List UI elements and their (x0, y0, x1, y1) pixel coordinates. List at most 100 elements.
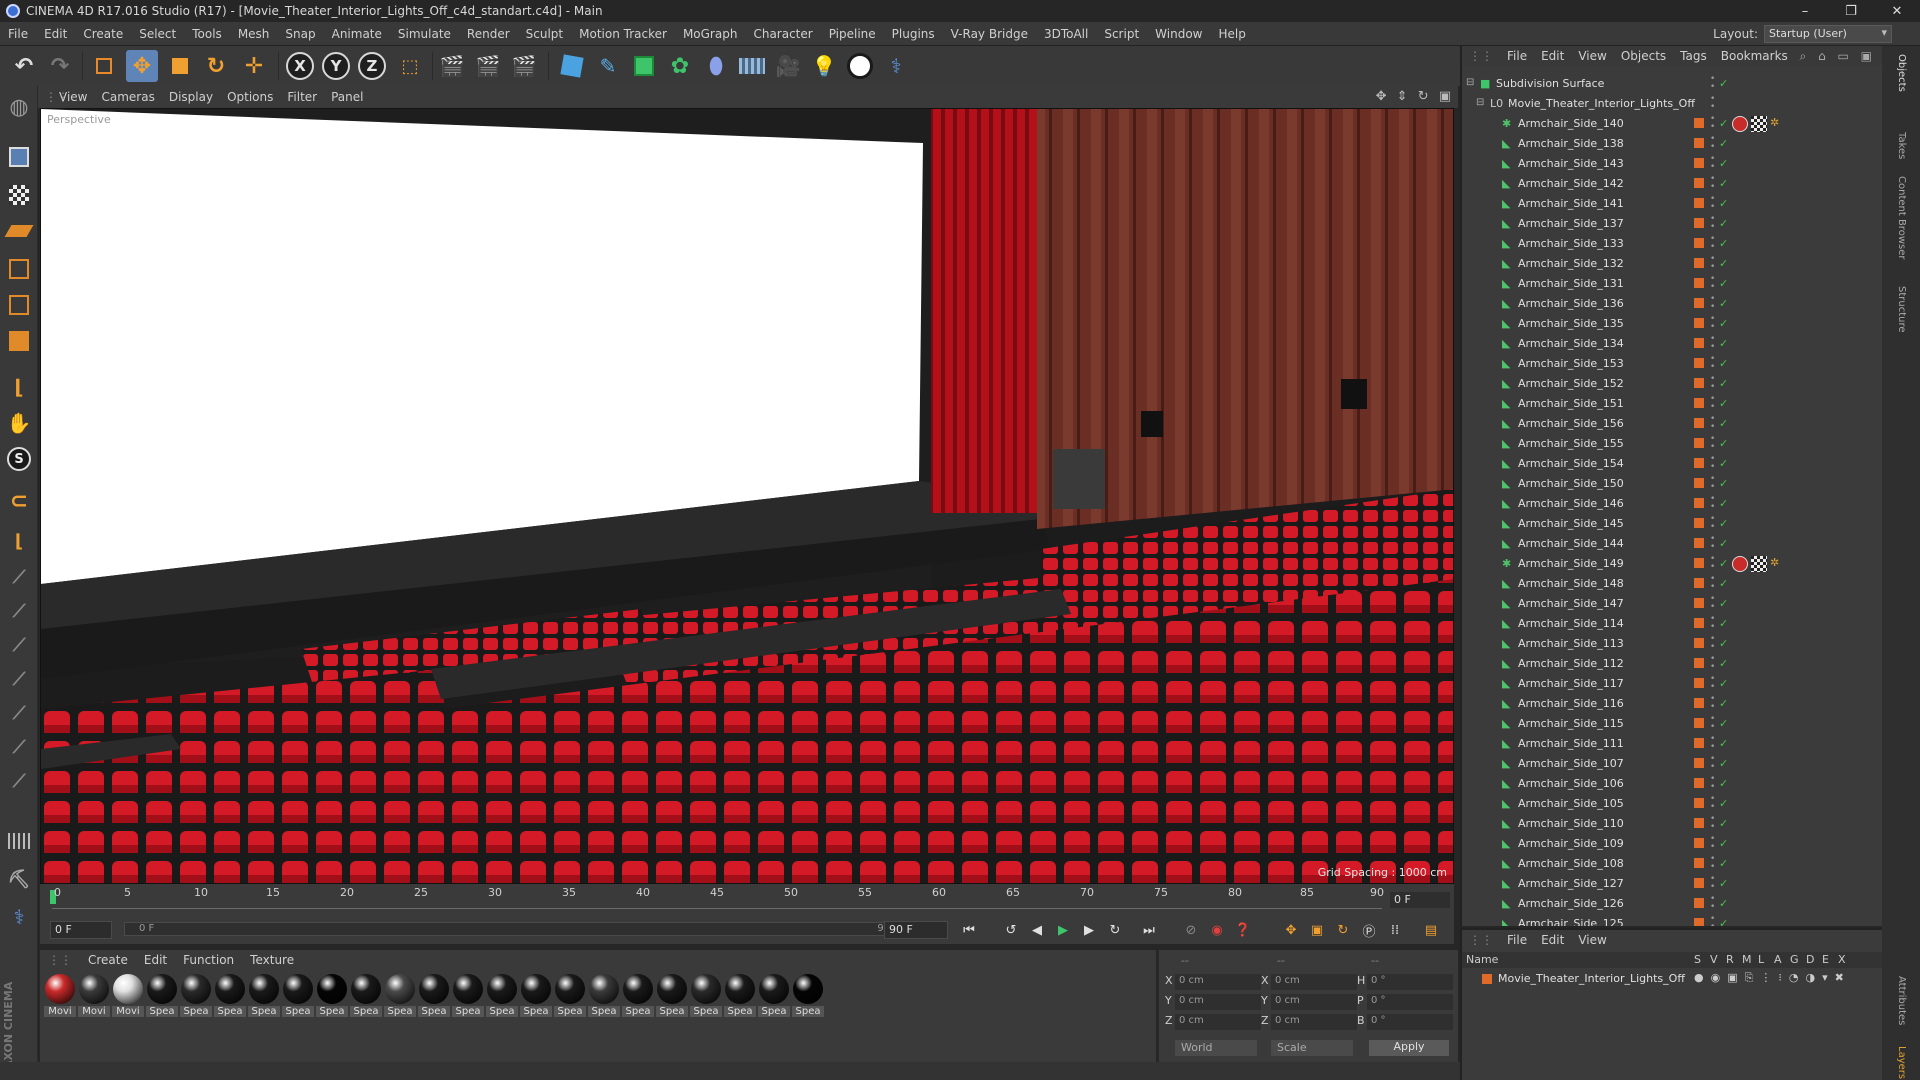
enabled-check[interactable]: ✓ (1719, 377, 1728, 390)
enabled-check[interactable]: ✓ (1719, 737, 1728, 750)
layer-color-swatch[interactable] (1694, 518, 1704, 528)
object-row[interactable]: ◣ Armchair_Side_151 • • ✓ (1462, 394, 1884, 414)
material-swatch[interactable]: Spea (418, 974, 450, 1017)
render-settings-icon[interactable]: 🎬 (508, 50, 540, 82)
visibility-dots[interactable]: •• (1710, 475, 1715, 492)
material-tag-icon[interactable] (1732, 556, 1748, 572)
visibility-dots[interactable]: •• (1710, 375, 1715, 392)
object-row[interactable]: ✱ Armchair_Side_140 • • ✓ ✲ (1462, 114, 1884, 134)
layer-color-swatch[interactable] (1694, 898, 1704, 908)
material-swatch[interactable]: Spea (282, 974, 314, 1017)
visibility-dots[interactable]: •• (1710, 795, 1715, 812)
object-row[interactable]: ◣ Armchair_Side_127 • • ✓ (1462, 874, 1884, 894)
visibility-dots[interactable]: •• (1710, 735, 1715, 752)
layer-color-swatch[interactable] (1694, 318, 1704, 328)
enabled-check[interactable]: ✓ (1719, 317, 1728, 330)
material-tag-icon[interactable] (1732, 116, 1748, 132)
enabled-check[interactable]: ✓ (1719, 137, 1728, 150)
enabled-check[interactable]: ✓ (1719, 177, 1728, 190)
subdivision-surface-icon[interactable] (628, 50, 660, 82)
object-menu-tags[interactable]: Tags (1673, 49, 1714, 63)
menu-help[interactable]: Help (1210, 27, 1253, 41)
rotate-icon[interactable]: ↻ (200, 50, 232, 82)
layer-color-swatch[interactable] (1694, 558, 1704, 568)
material-swatch[interactable]: Spea (384, 974, 416, 1017)
enabled-check[interactable]: ✓ (1719, 857, 1728, 870)
tab-takes[interactable]: Takes (1896, 132, 1907, 159)
object-row[interactable]: ◣ Armchair_Side_109 • • ✓ (1462, 834, 1884, 854)
enabled-check[interactable]: ✓ (1719, 577, 1728, 590)
menu-snap[interactable]: Snap (277, 27, 323, 41)
layer-toggle-icons[interactable]: ●◉▣⎘⋮⁝◔◑▾✖ (1694, 971, 1851, 985)
object-row-root[interactable]: ⊟ ■ Subdivision Surface • • ✓ (1462, 74, 1884, 94)
collapse-icon[interactable]: ⊟ (1466, 77, 1474, 88)
visibility-dots[interactable]: •• (1710, 155, 1715, 172)
object-row[interactable]: ◣ Armchair_Side_150 • • ✓ (1462, 474, 1884, 494)
object-row[interactable]: ◣ Armchair_Side_142 • • ✓ (1462, 174, 1884, 194)
tab-objects[interactable]: Objects (1896, 54, 1907, 92)
material-swatch[interactable]: Spea (146, 974, 178, 1017)
material-swatch[interactable]: Spea (316, 974, 348, 1017)
visibility-dots[interactable]: •• (1710, 255, 1715, 272)
visibility-dots[interactable]: •• (1710, 75, 1715, 92)
material-swatch[interactable]: Movi (112, 974, 144, 1017)
sketch-style-icon[interactable] (844, 50, 876, 82)
record-keys-icon[interactable]: ⊘ (1180, 920, 1202, 940)
layer-color-swatch[interactable] (1694, 858, 1704, 868)
visibility-dots[interactable]: •• (1710, 675, 1715, 692)
layer-color-swatch[interactable] (1694, 598, 1704, 608)
rotation-h-field[interactable]: 0 ° (1367, 974, 1453, 990)
viewport-menu-options[interactable]: Options (220, 90, 280, 104)
key-parameter-icon[interactable]: Ⓟ (1358, 920, 1380, 940)
size-x-field[interactable]: 0 cm (1271, 974, 1357, 990)
python-script-icon[interactable]: ⚕ (4, 902, 34, 932)
menu-plugins[interactable]: Plugins (884, 27, 943, 41)
material-swatch[interactable]: Movi (78, 974, 110, 1017)
visibility-dots[interactable]: •• (1710, 295, 1715, 312)
viewport-navigation-icons[interactable]: ✥ ⇕ ↻ ▣ (1376, 89, 1454, 104)
brush-icon-5[interactable]: ⟋ (4, 698, 34, 728)
object-row[interactable]: ◣ Armchair_Side_133 • • ✓ (1462, 234, 1884, 254)
object-menu-view[interactable]: View (1571, 49, 1613, 63)
visibility-dots[interactable]: •• (1710, 275, 1715, 292)
timeline-end-field[interactable]: 0 F (1390, 892, 1450, 908)
object-row[interactable]: ◣ Armchair_Side_144 • • ✓ (1462, 534, 1884, 554)
visibility-dots[interactable]: •• (1710, 95, 1715, 112)
scale-icon[interactable] (164, 50, 196, 82)
object-row[interactable]: ◣ Armchair_Side_108 • • ✓ (1462, 854, 1884, 874)
menu-vray-bridge[interactable]: V-Ray Bridge (943, 27, 1036, 41)
max-frame-field[interactable]: 90 F (884, 921, 948, 939)
enabled-check[interactable]: ✓ (1719, 257, 1728, 270)
menu-mograph[interactable]: MoGraph (675, 27, 746, 41)
layer-color-swatch[interactable] (1694, 578, 1704, 588)
key-rotation-icon[interactable]: ↻ (1332, 920, 1354, 940)
object-row[interactable]: ◣ Armchair_Side_125 •• ✓ (1462, 914, 1884, 926)
apply-button[interactable]: Apply (1369, 1040, 1449, 1056)
visibility-dots[interactable]: •• (1710, 415, 1715, 432)
menu-select[interactable]: Select (131, 27, 184, 41)
material-swatch[interactable]: Spea (724, 974, 756, 1017)
layer-color-swatch[interactable] (1694, 338, 1704, 348)
texture-tag-icon[interactable] (1751, 556, 1767, 572)
layer-color-swatch[interactable] (1694, 918, 1704, 926)
object-row[interactable]: ◣ Armchair_Side_134 • • ✓ (1462, 334, 1884, 354)
object-row[interactable]: ◣ Armchair_Side_111 • • ✓ (1462, 734, 1884, 754)
timeline-layout-icon[interactable]: ▤ (1420, 920, 1442, 940)
visibility-dots[interactable]: •• (1710, 615, 1715, 632)
layer-color-swatch[interactable] (1694, 298, 1704, 308)
visibility-dots[interactable]: •• (1710, 655, 1715, 672)
edges-mode-icon[interactable] (4, 290, 34, 320)
material-swatch[interactable]: Movi (44, 974, 76, 1017)
menu-tools[interactable]: Tools (184, 27, 230, 41)
layer-color-swatch[interactable] (1694, 218, 1704, 228)
grid-snap-icon[interactable] (4, 826, 34, 856)
floor-icon[interactable] (736, 50, 768, 82)
visibility-dots[interactable]: •• (1710, 575, 1715, 592)
layer-menu-view[interactable]: View (1571, 933, 1613, 947)
layer-color-swatch[interactable] (1694, 278, 1704, 288)
material-swatch[interactable]: Spea (486, 974, 518, 1017)
layer-color-swatch[interactable] (1694, 638, 1704, 648)
brush-icon-2[interactable]: ⟋ (4, 596, 34, 626)
material-swatch[interactable]: Spea (248, 974, 280, 1017)
enabled-check[interactable]: ✓ (1719, 497, 1728, 510)
